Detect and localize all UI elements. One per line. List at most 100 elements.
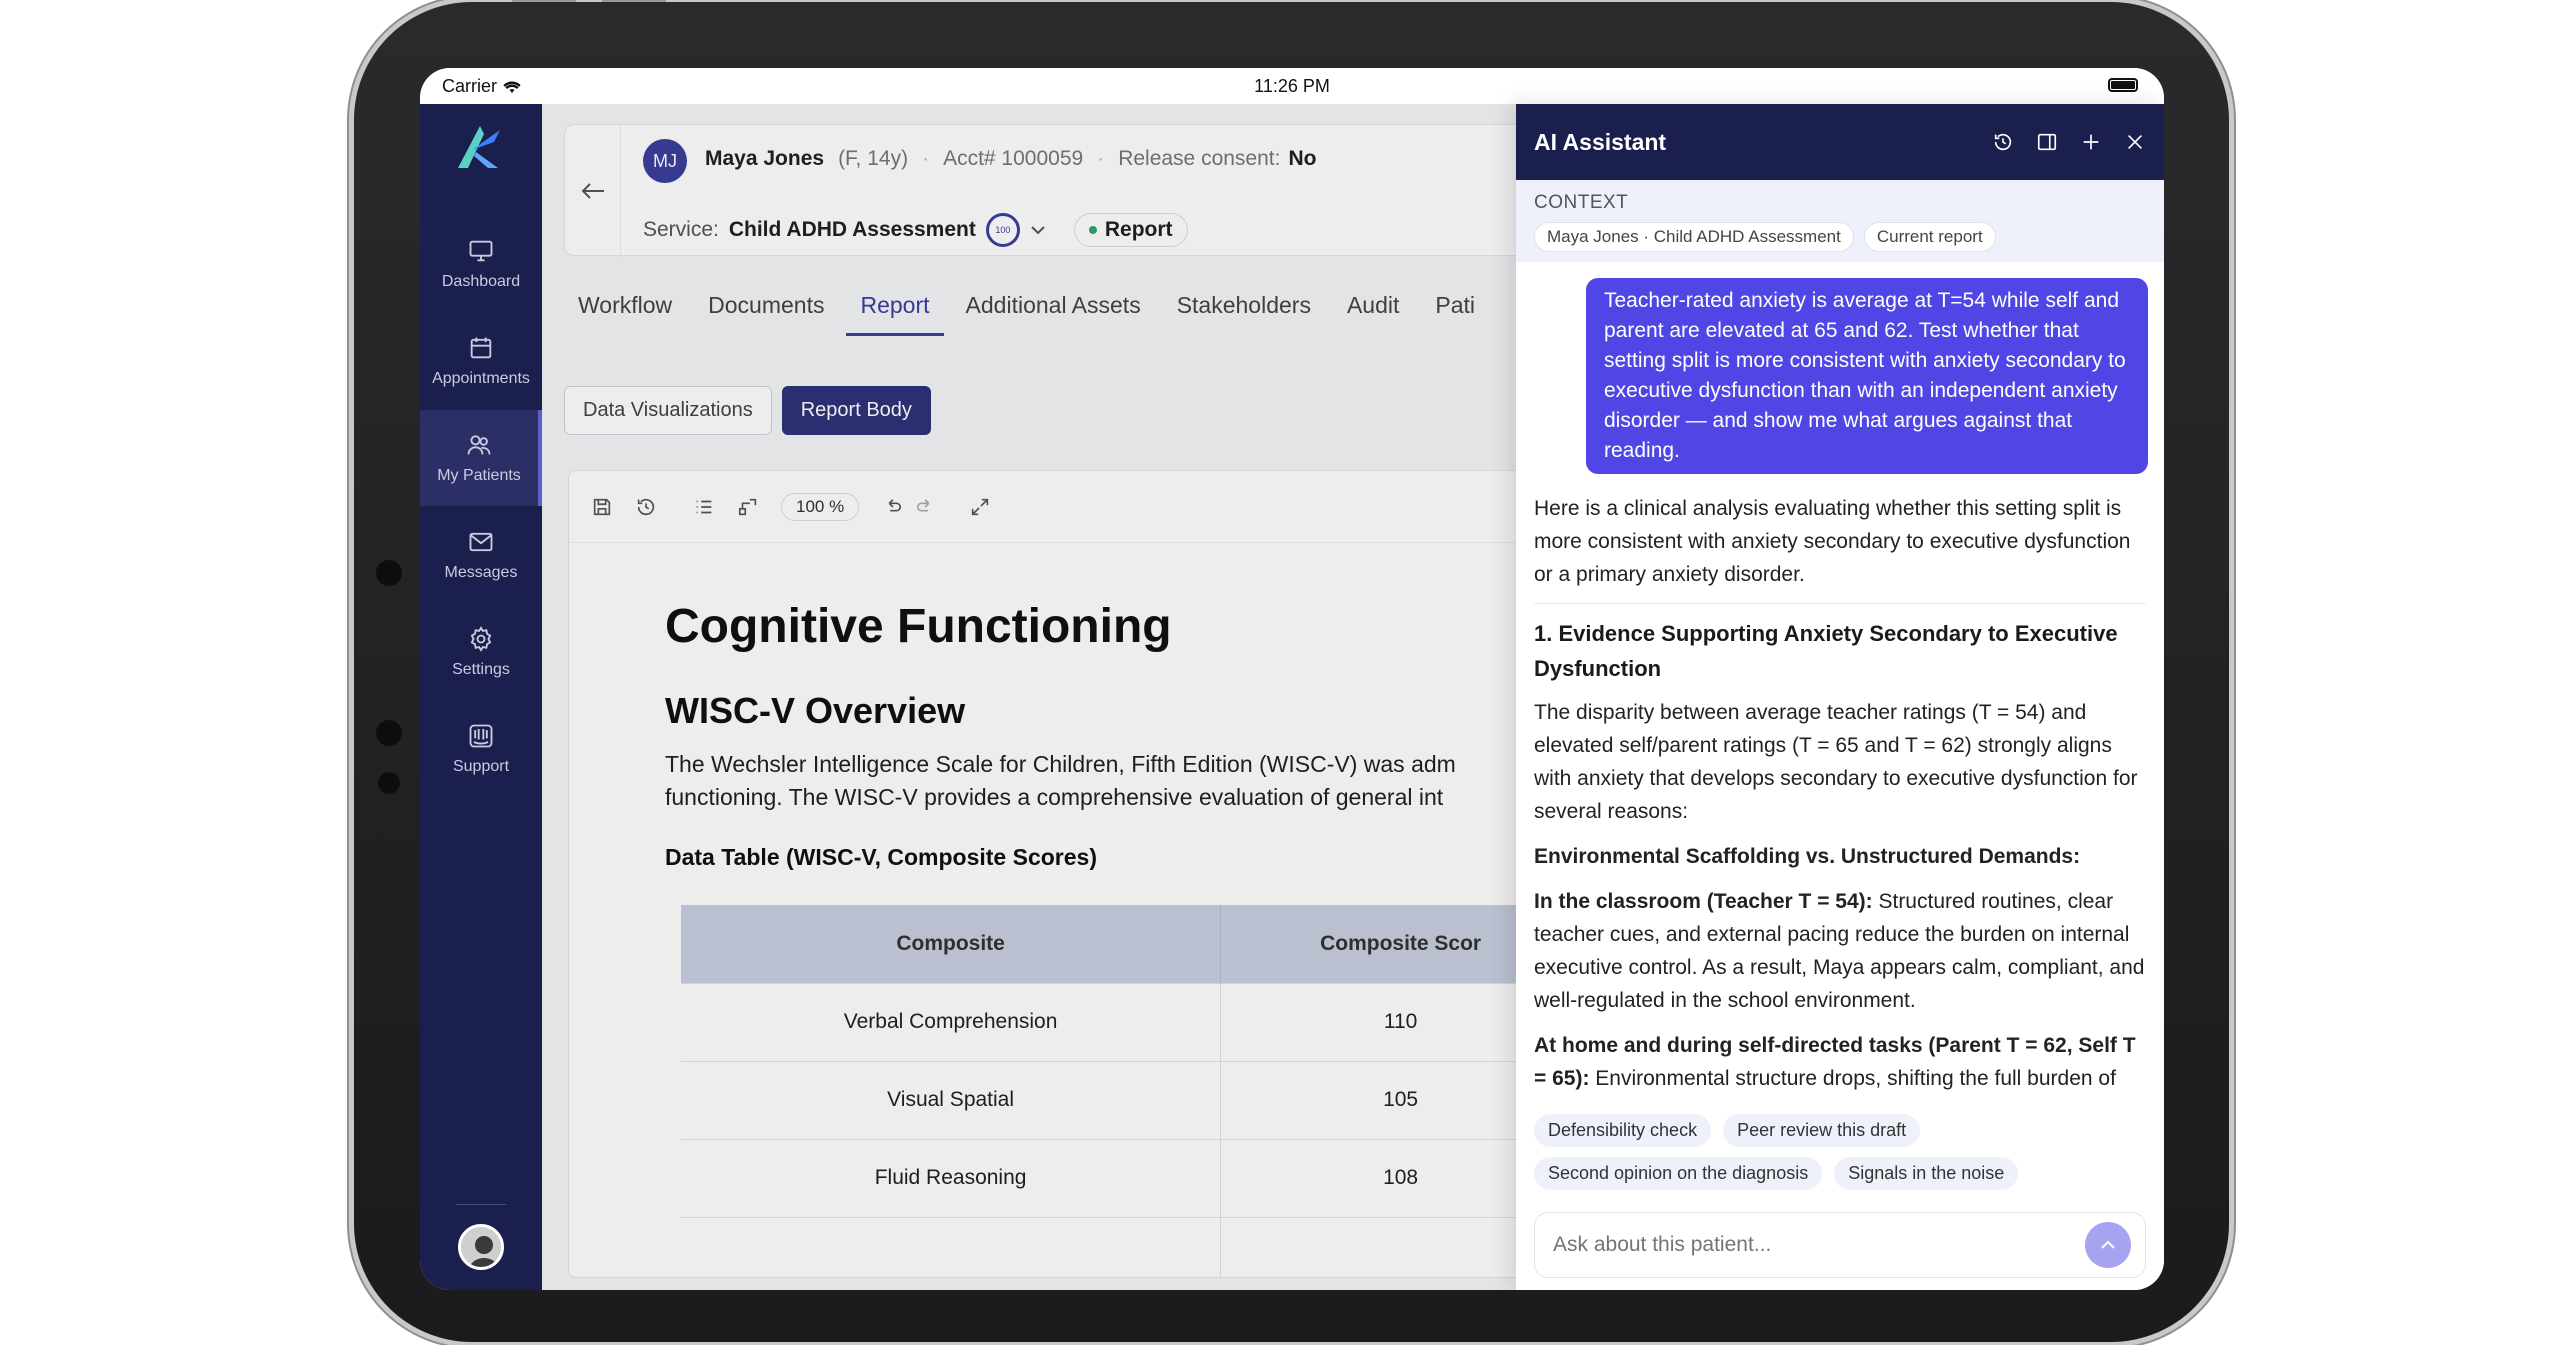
user-avatar-image [461,1227,501,1267]
sidebar: Dashboard Appointments My Patients Messa… [420,104,542,1290]
chevron-down-icon[interactable] [1030,225,1046,235]
table-title: Data Table (WISC-V, Composite Scores) [665,844,1097,870]
ai-panel-title: AI Assistant [1534,128,1667,155]
tab-audit[interactable]: Audit [1333,282,1413,336]
doc-paragraph-line: The Wechsler Intelligence Scale for Chil… [665,751,1456,777]
table-cell: Fluid Reasoning [681,1138,1222,1217]
tab-stakeholders[interactable]: Stakeholders [1163,282,1325,336]
service-row: Service: Child ADHD Assessment 100 Repor… [643,213,1188,247]
document-body: Cognitive Functioning WISC-V Overview Th… [665,543,1665,1277]
sidebar-item-messages[interactable]: Messages [420,507,542,603]
chat-thread[interactable]: Teacher-rated anxiety is average at T=54… [1516,278,2164,1090]
suggestion-second-opinion[interactable]: Second opinion on the diagnosis [1534,1157,1823,1190]
service-label: Service: [643,218,719,241]
zoom-level[interactable]: 100 % [781,492,860,521]
status-dot [1088,226,1097,234]
users-icon [467,435,491,455]
doc-heading: Cognitive Functioning [665,600,1172,653]
sidebar-item-settings[interactable]: Settings [420,604,542,700]
tab-patient[interactable]: Pati [1421,282,1489,336]
report-status-chip[interactable]: Report [1073,213,1188,247]
table-row: Fluid Reasoning 108 [681,1138,1581,1217]
sidebar-toggle-icon[interactable] [2036,131,2058,153]
chat-input[interactable] [1553,1233,2085,1257]
patient-name: Maya Jones [705,147,825,170]
consent-value: No [1288,147,1317,170]
response-bullet: At home and during self-directed tasks (… [1534,1029,2146,1090]
table-cell [681,1216,1222,1277]
tab-bar: Workflow Documents Report Additional Ass… [564,282,1497,336]
context-chip-report[interactable]: Current report [1863,222,1996,252]
sidebar-item-label: Dashboard [441,273,521,290]
sidebar-item-appointments[interactable]: Appointments [420,313,542,409]
patient-meta: (F, 14y) [838,147,909,170]
tab-workflow[interactable]: Workflow [564,282,686,336]
expand-icon[interactable] [969,496,991,518]
user-message: Teacher-rated anxiety is average at T=54… [1586,278,2148,474]
patient-avatar: MJ [643,139,687,183]
battery-icon [2108,78,2138,92]
gear-icon [470,626,492,652]
doc-paragraph-line: functioning. The WISC-V provides a compr… [665,784,1444,810]
arrow-left-icon [581,183,604,199]
bullet-bold: In the classroom (Teacher T = 54): [1534,890,1873,913]
sidebar-item-label: Appointments [432,370,530,387]
save-icon[interactable] [591,496,613,518]
sidebar-item-dashboard[interactable]: Dashboard [420,216,542,312]
table-row [681,1216,1581,1277]
user-avatar[interactable] [458,1224,504,1270]
camera-dot [376,560,402,586]
redo-icon[interactable] [915,496,937,518]
sidebar-item-label: Support [452,758,510,775]
chevron-up-icon [2101,1240,2115,1249]
table-row: Verbal Comprehension 110 [681,982,1581,1061]
tab-report[interactable]: Report [846,282,944,336]
report-view-toggle: Data Visualizations Report Body [564,386,931,435]
sidebar-item-support[interactable]: Support [420,701,542,797]
table-row: Visual Spatial 105 [681,1060,1581,1139]
ai-panel-header: AI Assistant [1516,104,2164,180]
context-chips: Maya Jones · Child ADHD Assessment Curre… [1534,222,2146,252]
camera-dot [376,720,402,746]
progress-score: 100 [985,213,1020,247]
consent-label: Release consent: [1118,147,1281,170]
patient-header: MJ Maya Jones (F, 14y) · Acct# 1000059 ·… [564,124,1664,257]
data-visualizations-button[interactable]: Data Visualizations [564,386,772,435]
app-logo-icon[interactable] [454,124,504,170]
mail-icon [469,532,493,552]
camera-dot [378,772,400,794]
response-subheading-text: Environmental Scaffolding vs. Unstructur… [1534,845,2081,868]
monitor-icon [469,240,493,262]
context-label: CONTEXT [1534,192,1629,213]
response-subheading: Environmental Scaffolding vs. Unstructur… [1534,840,2146,873]
structure-icon[interactable] [737,496,759,518]
suggestion-peer-review[interactable]: Peer review this draft [1723,1114,1921,1147]
tab-documents[interactable]: Documents [694,282,838,336]
plus-icon[interactable] [2080,131,2102,153]
service-value: Child ADHD Assessment [728,218,976,241]
report-chip-label: Report [1104,218,1173,241]
report-editor: 100 % Cognitive Functioning WISC-V Overv… [568,470,1668,1278]
send-button[interactable] [2085,1222,2131,1268]
table-header-cell: Composite [681,905,1222,983]
context-chip-patient[interactable]: Maya Jones · Child ADHD Assessment [1534,222,1854,252]
suggestion-signals-noise[interactable]: Signals in the noise [1834,1157,2019,1190]
separator-dot: · [1097,147,1105,170]
ai-header-actions [1992,131,2146,153]
bullet-text: Environmental structure drops, shifting … [1589,1067,2116,1090]
undo-icon[interactable] [881,496,903,518]
sidebar-item-my-patients[interactable]: My Patients [420,410,542,506]
history-icon[interactable] [635,496,657,518]
list-icon[interactable] [693,496,715,518]
tab-additional-assets[interactable]: Additional Assets [952,282,1155,336]
composite-scores-table: Composite Composite Scor Verbal Comprehe… [681,905,1581,1277]
support-icon [469,724,493,748]
close-icon[interactable] [2124,131,2146,153]
report-body-button[interactable]: Report Body [781,386,931,435]
hardware-button [512,0,576,2]
suggestion-defensibility-check[interactable]: Defensibility check [1534,1114,1712,1147]
history-icon[interactable] [1992,131,2014,153]
back-button[interactable] [565,125,621,257]
calendar-icon [470,337,492,359]
doc-subheading: WISC-V Overview [665,690,966,731]
